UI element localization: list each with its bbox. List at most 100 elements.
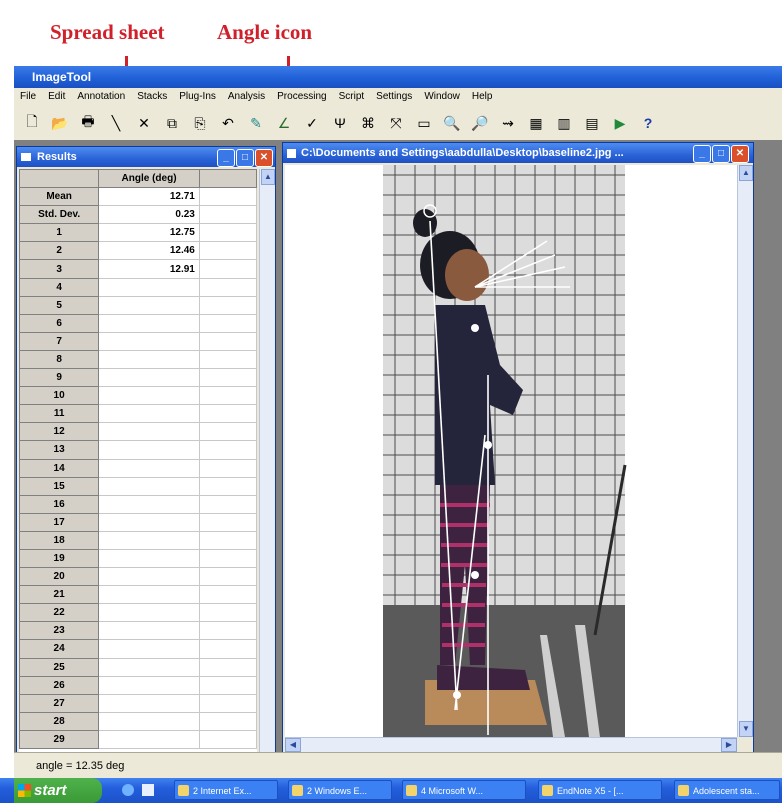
- angle-cell[interactable]: 12.91: [98, 259, 200, 279]
- taskbar-item-endnote[interactable]: EndNote X5 - [...: [538, 780, 662, 800]
- calibrate-icon[interactable]: Ψ: [330, 112, 350, 134]
- angle-cell[interactable]: [98, 639, 200, 659]
- angle-cell[interactable]: [98, 585, 200, 605]
- angle-cell[interactable]: [98, 512, 200, 532]
- row-header[interactable]: 29: [19, 729, 100, 750]
- copy-icon[interactable]: ⎘: [190, 112, 210, 134]
- row-header[interactable]: 16: [19, 494, 100, 514]
- empty-cell[interactable]: [198, 621, 257, 641]
- zoom-out-icon[interactable]: 🔎: [470, 112, 490, 134]
- angle-cell[interactable]: [98, 458, 200, 478]
- results-title-bar[interactable]: Results _ □ ✕: [17, 147, 275, 167]
- empty-cell[interactable]: [198, 349, 257, 370]
- row-header[interactable]: 25: [19, 657, 100, 677]
- empty-cell[interactable]: [198, 295, 257, 315]
- menu-stacks[interactable]: Stacks: [137, 91, 167, 102]
- quick-launch-desktop-icon[interactable]: [142, 784, 154, 796]
- start-button[interactable]: start: [14, 778, 102, 803]
- empty-cell[interactable]: [198, 585, 257, 605]
- row-header[interactable]: 18: [19, 530, 100, 550]
- empty-cell[interactable]: [198, 675, 257, 695]
- angle-column-header[interactable]: Angle (deg): [98, 169, 200, 189]
- empty-cell[interactable]: [198, 512, 257, 532]
- row-header[interactable]: 27: [19, 693, 100, 713]
- empty-cell[interactable]: [198, 313, 257, 333]
- empty-cell[interactable]: [198, 386, 257, 406]
- row-header[interactable]: 7: [19, 331, 100, 351]
- cross-icon[interactable]: ✕: [134, 112, 154, 134]
- menu-edit[interactable]: Edit: [48, 91, 65, 102]
- row-header[interactable]: 17: [19, 512, 100, 532]
- row-header[interactable]: 19: [19, 548, 100, 569]
- angle-cell[interactable]: [98, 603, 200, 623]
- app-title-bar[interactable]: ImageTool: [14, 66, 782, 88]
- taskbar-item-microsoft-word[interactable]: 4 Microsoft W...: [402, 780, 526, 800]
- angle-cell[interactable]: [98, 295, 200, 315]
- empty-cell[interactable]: [198, 494, 257, 514]
- chart-icon[interactable]: ▤: [582, 112, 602, 134]
- results-minimize-button[interactable]: _: [217, 149, 235, 167]
- quick-launch-ie-icon[interactable]: [122, 784, 134, 796]
- results-maximize-button[interactable]: □: [236, 149, 254, 167]
- angle-cell[interactable]: [98, 313, 200, 333]
- menu-script[interactable]: Script: [339, 91, 365, 102]
- image-icon[interactable]: ▭: [414, 112, 434, 134]
- image-horizontal-scrollbar[interactable]: ◀ ▶: [285, 737, 737, 752]
- angle-cell[interactable]: 12.46: [98, 241, 200, 261]
- row-header[interactable]: 9: [19, 368, 100, 388]
- angle-tool-icon[interactable]: ∠: [274, 112, 294, 134]
- angle-cell[interactable]: [98, 277, 200, 297]
- angle-cell[interactable]: 12.75: [98, 223, 200, 243]
- row-header[interactable]: 3: [19, 259, 100, 279]
- angle-cell[interactable]: [98, 621, 200, 641]
- row-header[interactable]: 8: [19, 349, 100, 370]
- play-icon[interactable]: ▶: [610, 112, 630, 134]
- open-icon[interactable]: 📂: [50, 112, 70, 134]
- taskbar-item-adolescent[interactable]: Adolescent sta...: [674, 780, 780, 800]
- image-minimize-button[interactable]: _: [693, 145, 711, 163]
- row-header[interactable]: 5: [19, 295, 100, 315]
- row-header[interactable]: 1: [19, 223, 100, 243]
- angle-cell[interactable]: [98, 711, 200, 731]
- empty-cell[interactable]: [198, 530, 257, 550]
- pencil-icon[interactable]: ✎: [246, 112, 266, 134]
- row-header[interactable]: Mean: [19, 187, 100, 207]
- row-header[interactable]: 2: [19, 241, 100, 261]
- empty-cell[interactable]: [198, 368, 257, 388]
- angle-cell[interactable]: [98, 675, 200, 695]
- image-scroll-down-arrow[interactable]: ▼: [739, 721, 753, 737]
- empty-cell[interactable]: [198, 187, 257, 207]
- empty-cell[interactable]: [198, 259, 257, 279]
- measure-icon[interactable]: ⌘: [358, 112, 378, 134]
- empty-cell[interactable]: [198, 639, 257, 659]
- row-header[interactable]: 21: [19, 585, 100, 605]
- empty-cell[interactable]: [198, 404, 257, 424]
- angle-cell[interactable]: [98, 440, 200, 460]
- row-header[interactable]: 4: [19, 277, 100, 297]
- point-tool-icon[interactable]: ✓: [302, 112, 322, 134]
- empty-cell[interactable]: [198, 458, 257, 478]
- distance-icon[interactable]: ⤧: [386, 112, 406, 134]
- angle-cell[interactable]: [98, 548, 200, 569]
- menu-processing[interactable]: Processing: [277, 91, 326, 102]
- empty-cell[interactable]: [198, 729, 257, 750]
- row-header[interactable]: 10: [19, 386, 100, 406]
- row-header[interactable]: 12: [19, 422, 100, 442]
- menu-annotation[interactable]: Annotation: [77, 91, 125, 102]
- row-header[interactable]: 22: [19, 603, 100, 623]
- empty-cell[interactable]: [198, 476, 257, 496]
- angle-cell[interactable]: 0.23: [98, 205, 200, 225]
- row-header[interactable]: 23: [19, 621, 100, 641]
- empty-cell[interactable]: [198, 711, 257, 731]
- angle-cell[interactable]: [98, 422, 200, 442]
- empty-cell[interactable]: [198, 603, 257, 623]
- empty-cell[interactable]: [198, 693, 257, 713]
- empty-cell[interactable]: [198, 331, 257, 351]
- results-scroll-up-arrow[interactable]: ▲: [261, 169, 275, 185]
- angle-cell[interactable]: [98, 693, 200, 713]
- menu-file[interactable]: File: [20, 91, 36, 102]
- image-scroll-up-arrow[interactable]: ▲: [739, 165, 753, 181]
- menu-help[interactable]: Help: [472, 91, 493, 102]
- angle-cell[interactable]: 12.71: [98, 187, 200, 207]
- menu-analysis[interactable]: Analysis: [228, 91, 265, 102]
